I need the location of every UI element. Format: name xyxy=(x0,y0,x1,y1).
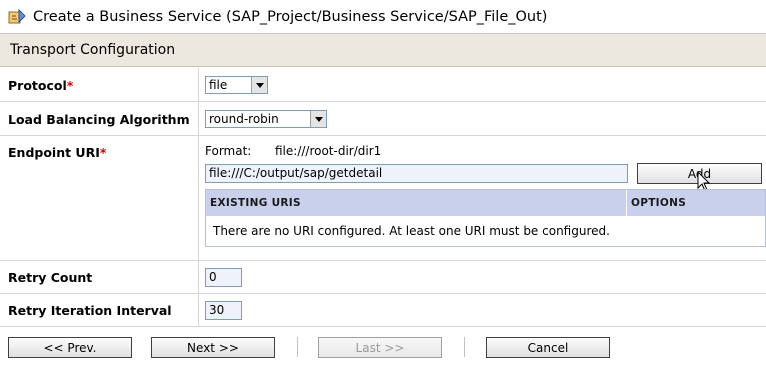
format-value: file:///root-dir/dir1 xyxy=(275,144,382,158)
table-header: EXISTING URIS OPTIONS xyxy=(206,190,765,216)
protocol-select-value: file xyxy=(209,78,228,92)
required-marker: * xyxy=(99,145,107,160)
retry-count-row: Retry Count xyxy=(0,261,766,294)
retry-interval-label-cell: Retry Iteration Interval xyxy=(0,294,199,326)
endpoint-uri-label-cell: Endpoint URI* xyxy=(0,136,199,260)
retry-interval-label: Retry Iteration Interval xyxy=(8,303,172,318)
retry-count-label: Retry Count xyxy=(8,270,93,285)
cancel-button[interactable]: Cancel xyxy=(486,337,610,358)
chevron-down-icon[interactable] xyxy=(310,111,326,127)
retry-count-label-cell: Retry Count xyxy=(0,261,199,293)
endpoint-uri-label: Endpoint URI xyxy=(8,145,100,160)
load-balancing-label: Load Balancing Algorithm xyxy=(8,112,190,127)
section-title: Transport Configuration xyxy=(10,42,176,58)
chevron-down-icon[interactable] xyxy=(251,77,267,93)
retry-count-input[interactable]: 0 xyxy=(205,268,242,287)
load-balancing-select-value: round-robin xyxy=(209,112,279,126)
protocol-label: Protocol xyxy=(8,78,67,93)
window-title-bar: Create a Business Service (SAP_Project/B… xyxy=(0,0,766,34)
format-label: Format: xyxy=(205,144,252,158)
footer-divider xyxy=(297,337,298,357)
footer-divider xyxy=(464,337,465,357)
section-header: Transport Configuration xyxy=(0,34,766,67)
empty-message: There are no URI configured. At least on… xyxy=(213,224,610,238)
load-balancing-row: Load Balancing Algorithm round-robin xyxy=(0,102,766,136)
protocol-row: Protocol* file xyxy=(0,68,766,102)
column-options: OPTIONS xyxy=(631,197,687,209)
retry-interval-input[interactable]: 30 xyxy=(205,301,242,320)
load-balancing-label-cell: Load Balancing Algorithm xyxy=(0,102,199,135)
next-button[interactable]: Next >> xyxy=(151,337,275,358)
column-existing-uris: EXISTING URIS xyxy=(206,190,627,216)
existing-uris-table: EXISTING URIS OPTIONS There are no URI c… xyxy=(205,189,766,247)
last-button[interactable]: Last >> xyxy=(318,337,442,358)
prev-button[interactable]: << Prev. xyxy=(8,337,132,358)
protocol-select[interactable]: file xyxy=(205,76,268,94)
required-marker: * xyxy=(66,78,74,93)
retry-interval-row: Retry Iteration Interval xyxy=(0,294,766,327)
load-balancing-select[interactable]: round-robin xyxy=(205,110,327,128)
business-service-icon xyxy=(8,8,26,23)
endpoint-uri-input[interactable]: file:///C:/output/sap/getdetail xyxy=(205,164,628,183)
protocol-label-cell: Protocol* xyxy=(0,68,199,101)
window-title: Create a Business Service (SAP_Project/B… xyxy=(33,8,548,25)
